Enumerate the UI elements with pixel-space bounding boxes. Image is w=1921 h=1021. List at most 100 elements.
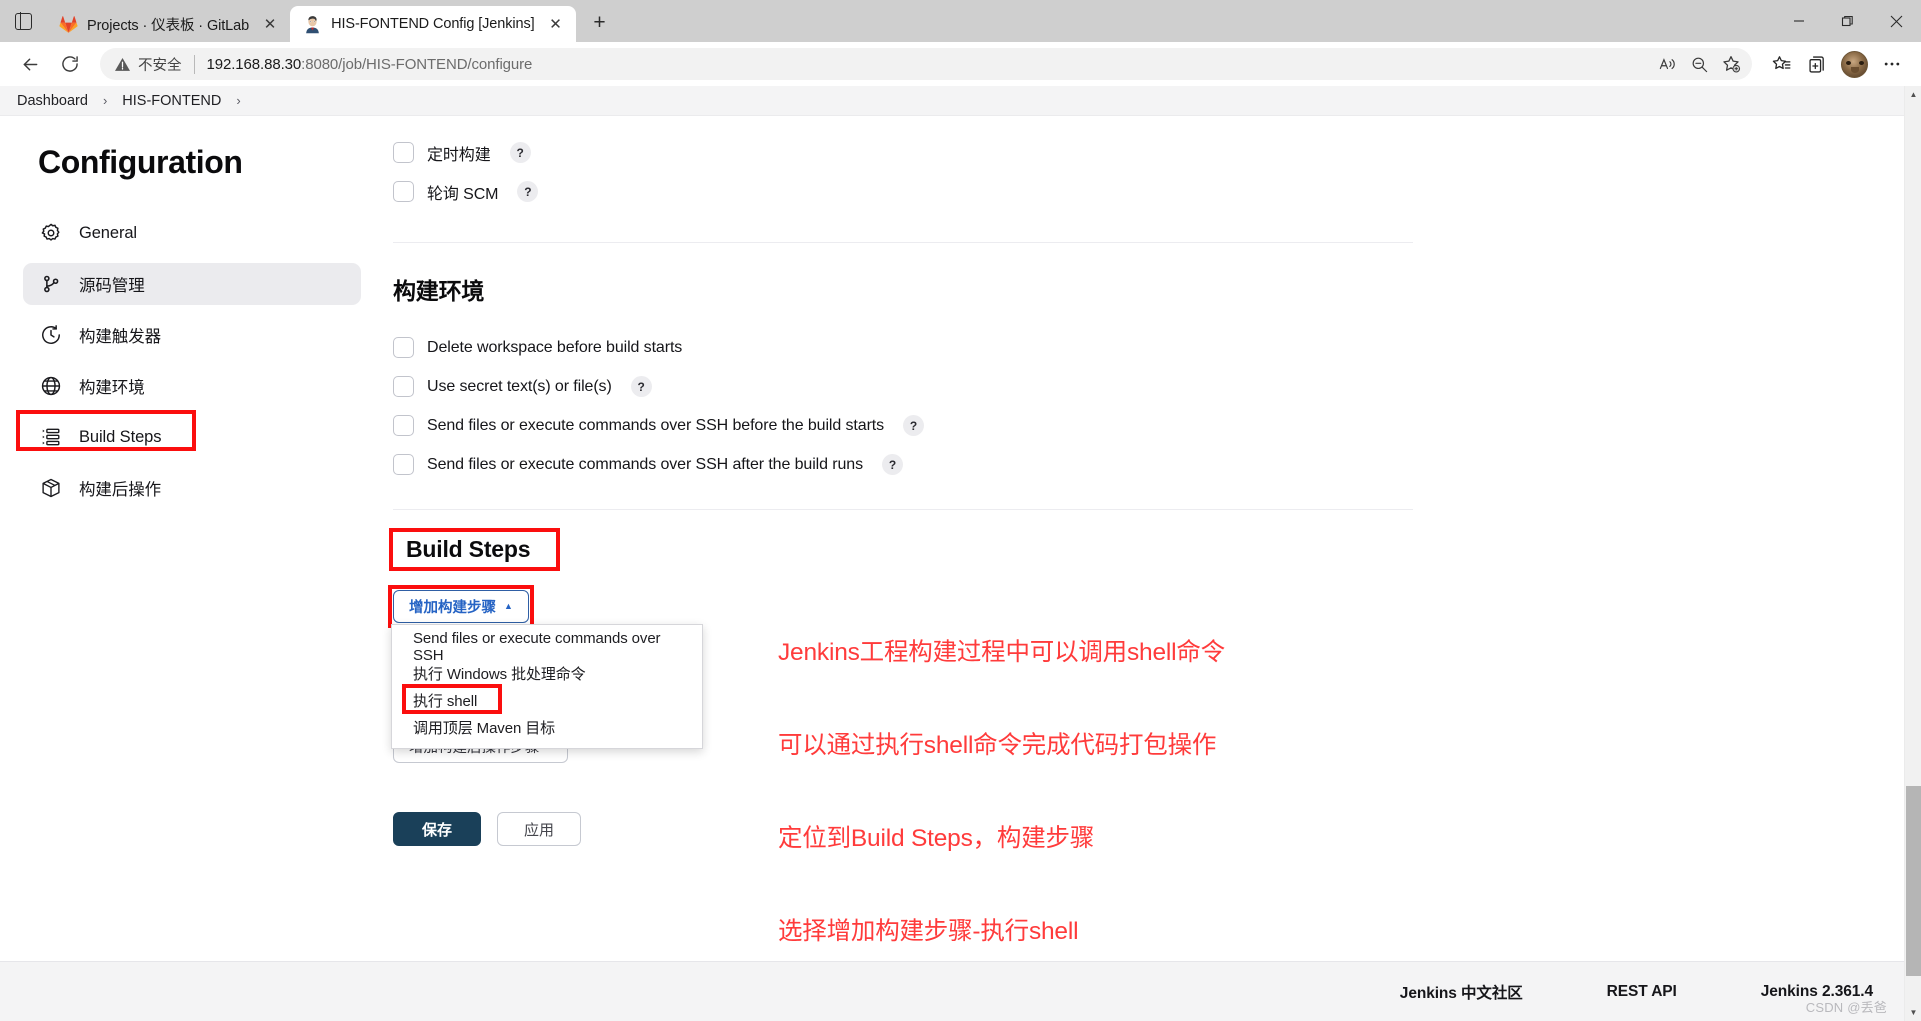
add-favorite-icon[interactable] — [1716, 49, 1746, 79]
checkbox-row[interactable]: Send files or execute commands over SSH … — [393, 445, 1654, 484]
collections-icon[interactable] — [1800, 47, 1834, 81]
close-icon[interactable]: ✕ — [258, 12, 282, 36]
browser-tab-gitlab[interactable]: Projects · 仪表板 · GitLab ✕ — [46, 6, 291, 42]
warning-triangle-icon — [115, 57, 130, 71]
csdn-watermark: CSDN @丢爸 — [1805, 1000, 1887, 1015]
checkbox-row[interactable]: Use secret text(s) or file(s) ? — [393, 367, 1654, 406]
browser-window: Projects · 仪表板 · GitLab ✕ HIS-FONTEND Co… — [0, 0, 1921, 1021]
sidebar-item-scm[interactable]: 源码管理 — [23, 263, 361, 305]
close-window-button[interactable] — [1872, 0, 1921, 42]
sidebar-item-build-steps[interactable]: Build Steps — [16, 410, 361, 458]
window-controls — [1774, 0, 1921, 42]
scrollbar-thumb[interactable] — [1906, 786, 1921, 976]
chevron-right-icon: › — [102, 93, 108, 108]
sidebar-item-label: 构建后操作 — [79, 481, 162, 499]
annotation-line-4: 选择增加构建步骤-执行shell — [778, 918, 1079, 945]
globe-icon — [39, 374, 63, 398]
checkbox-label: Delete workspace before build starts — [427, 338, 683, 356]
configuration-sidebar: Configuration General 源码管理 构建触发器 构建环境 Bu… — [0, 116, 384, 961]
configuration-main: 定时构建 ? 轮询 SCM ? 构建环境 Delete workspace be… — [384, 116, 1921, 961]
jenkins-icon — [306, 15, 319, 33]
add-build-step-label: 增加构建步骤 — [409, 600, 496, 616]
divider — [393, 242, 1413, 243]
footer-link-rest-api[interactable]: REST API — [1607, 983, 1677, 1001]
browser-tab-jenkins[interactable]: HIS-FONTEND Config [Jenkins] ✕ — [290, 6, 576, 42]
chevron-up-icon: ▲ — [504, 601, 513, 611]
omnibox-divider — [193, 54, 195, 74]
build-triggers-checkbox-group: 定时构建 ? 轮询 SCM ? — [393, 133, 1654, 211]
checkbox-delete-workspace[interactable] — [393, 337, 414, 358]
menu-item-windows-batch[interactable]: 执行 Windows 批处理命令 — [392, 660, 702, 687]
reload-button[interactable] — [52, 46, 88, 82]
restore-button[interactable] — [1823, 0, 1872, 42]
profile-avatar[interactable] — [1841, 50, 1868, 78]
tab-overview-button[interactable] — [0, 0, 46, 42]
url-host: 192.168.88.30 — [206, 55, 302, 73]
menu-item-label: 调用顶层 Maven 目标 — [413, 720, 556, 737]
tab-title: Projects · 仪表板 · GitLab — [87, 17, 250, 34]
add-build-step-button[interactable]: 增加构建步骤 ▲ — [393, 590, 529, 623]
browser-toolbar-actions — [1764, 47, 1909, 81]
read-aloud-icon[interactable] — [1652, 49, 1682, 79]
checkbox-label: Use secret text(s) or file(s) — [427, 377, 612, 395]
back-button[interactable] — [12, 46, 48, 82]
zoom-out-icon[interactable] — [1684, 49, 1714, 79]
save-button[interactable]: 保存 — [393, 812, 482, 846]
breadcrumb-item-dashboard[interactable]: Dashboard — [17, 93, 88, 109]
checkbox-label: Send files or execute commands over SSH … — [427, 416, 885, 434]
minimize-button[interactable] — [1774, 0, 1823, 42]
help-icon[interactable]: ? — [882, 454, 904, 475]
url-text: 192.168.88.30:8080/job/HIS-FONTEND/confi… — [207, 56, 1653, 73]
sidebar-item-build-triggers[interactable]: 构建触发器 — [23, 314, 361, 356]
help-icon[interactable]: ? — [630, 376, 652, 397]
address-bar[interactable]: 不安全 192.168.88.30:8080/job/HIS-FONTEND/c… — [100, 48, 1752, 80]
sidebar-item-post-build-actions[interactable]: 构建后操作 — [23, 467, 361, 509]
apply-button[interactable]: 应用 — [497, 812, 582, 846]
footer-link-community[interactable]: Jenkins 中文社区 — [1400, 981, 1523, 1003]
help-icon[interactable]: ? — [903, 415, 925, 436]
close-icon[interactable]: ✕ — [544, 12, 568, 36]
favorites-icon[interactable] — [1764, 47, 1798, 81]
divider — [393, 509, 1413, 510]
menu-item-execute-shell[interactable]: 执行 shell — [392, 684, 702, 714]
section-title-build-environment: 构建环境 — [393, 278, 485, 304]
annotation-text: Jenkins工程构建过程中可以调用shell命令 可以通过执行shell命令完… — [778, 575, 1225, 1009]
section-title-build-steps: Build Steps — [406, 536, 531, 562]
checkbox-row[interactable]: 定时构建 ? — [393, 133, 1654, 172]
git-branch-icon — [39, 272, 63, 296]
sidebar-item-build-environment[interactable]: 构建环境 — [23, 365, 361, 407]
checkbox-row[interactable]: Delete workspace before build starts — [393, 328, 1654, 367]
sidebar-item-label: 源码管理 — [79, 277, 145, 295]
checkbox-timer-build[interactable] — [393, 142, 414, 163]
help-icon[interactable]: ? — [517, 181, 539, 202]
security-warning[interactable]: 不安全 — [114, 54, 182, 75]
checkbox-row[interactable]: 轮询 SCM ? — [393, 172, 1654, 211]
sidebar-item-label: 构建触发器 — [79, 328, 162, 346]
gear-icon — [39, 221, 63, 245]
menu-item-maven[interactable]: 调用顶层 Maven 目标 — [392, 714, 702, 741]
page-title: Configuration — [38, 144, 243, 180]
checkbox-poll-scm[interactable] — [393, 181, 414, 202]
vertical-scrollbar[interactable]: ▲ ▼ — [1904, 86, 1921, 1021]
breadcrumb-item-job[interactable]: HIS-FONTEND — [122, 93, 221, 109]
apply-button-label: 应用 — [524, 821, 555, 839]
package-icon — [39, 476, 63, 500]
checkbox-ssh-after-build[interactable] — [393, 454, 414, 475]
settings-more-icon[interactable] — [1875, 47, 1909, 81]
scroll-down-arrow-icon[interactable]: ▼ — [1905, 1004, 1921, 1021]
menu-item-label: 执行 Windows 批处理命令 — [413, 666, 586, 683]
checkbox-use-secret[interactable] — [393, 376, 414, 397]
checkbox-row[interactable]: Send files or execute commands over SSH … — [393, 406, 1654, 445]
checkbox-label: 轮询 SCM — [427, 185, 499, 203]
save-button-label: 保存 — [422, 821, 453, 839]
checkbox-ssh-before-build[interactable] — [393, 415, 414, 436]
menu-item-ssh[interactable]: Send files or execute commands over SSH — [392, 630, 702, 664]
new-tab-button[interactable]: + — [583, 6, 617, 40]
checkbox-label: 定时构建 — [427, 146, 491, 164]
scroll-up-arrow-icon[interactable]: ▲ — [1905, 86, 1921, 103]
tab-title: HIS-FONTEND Config [Jenkins] — [331, 16, 535, 32]
sidebar-item-general[interactable]: General — [23, 212, 361, 254]
sidebar-item-label: General — [79, 223, 138, 242]
help-icon[interactable]: ? — [509, 142, 531, 163]
omnibox-actions — [1652, 49, 1746, 79]
